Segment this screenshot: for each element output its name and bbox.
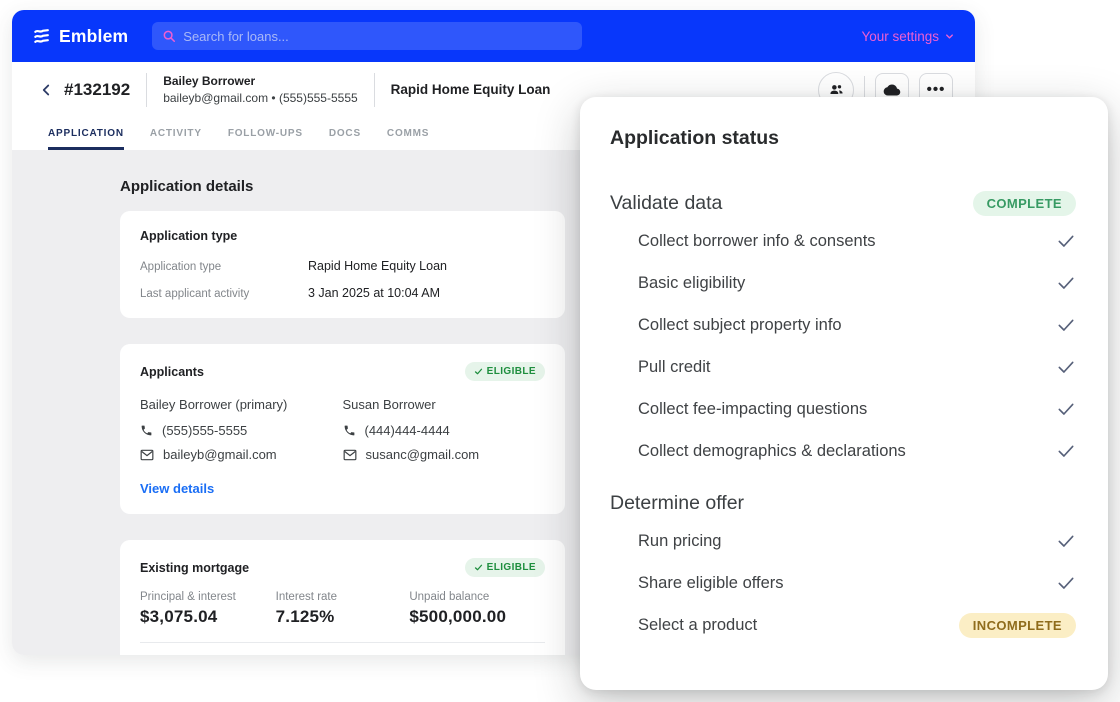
- detail-label: Last applicant activity: [140, 288, 250, 300]
- detail-value: Rapid Home Equity Loan: [308, 259, 447, 273]
- check-icon: [474, 368, 482, 375]
- card-title: Applicants: [140, 364, 204, 379]
- applicant-primary: Bailey Borrower (primary) (555)555-5555 …: [140, 397, 343, 471]
- checklist-item[interactable]: Collect fee-impacting questions: [610, 388, 1076, 430]
- checklist-item[interactable]: Share eligible offers: [610, 562, 1076, 604]
- checklist-item[interactable]: Collect borrower info & consents: [610, 220, 1076, 262]
- brand-logo[interactable]: Emblem: [32, 26, 128, 47]
- check-icon: [1058, 445, 1074, 457]
- card-title: Application type: [140, 229, 238, 243]
- detail-row: Application type Rapid Home Equity Loan: [140, 259, 545, 273]
- validate-data-section-header: Validate data COMPLETE: [610, 186, 1076, 220]
- chevron-down-icon: [944, 31, 955, 42]
- detail-row: Last applicant activity 3 Jan 2025 at 10…: [140, 286, 545, 300]
- detail-label: Application type: [140, 261, 222, 273]
- check-icon: [474, 564, 482, 571]
- applicant-name: Susan Borrower: [342, 397, 436, 412]
- stat-label: Principal & interest: [140, 591, 236, 603]
- checklist-item[interactable]: Pull credit: [610, 346, 1076, 388]
- checklist-item[interactable]: Select a product INCOMPLETE: [610, 604, 1076, 646]
- stat: Interest rate 7.125%: [276, 591, 410, 627]
- stat-value: 7.125%: [275, 607, 335, 626]
- applicant-name: Bailey Borrower (primary): [140, 397, 288, 412]
- applicant-secondary: Susan Borrower (444)444-4444 susanc@gmai…: [343, 397, 546, 471]
- your-settings-menu[interactable]: Your settings: [861, 29, 955, 44]
- stat-value: $500,000.00: [409, 607, 507, 626]
- check-icon: [1058, 361, 1074, 373]
- checklist-item[interactable]: Collect demographics & declarations: [610, 430, 1076, 472]
- check-icon: [1058, 403, 1074, 415]
- detail-value: 3 Jan 2025 at 10:04 AM: [308, 286, 441, 300]
- dialog-title: Application status: [610, 127, 780, 149]
- check-icon: [1058, 277, 1074, 289]
- envelope-icon: [140, 449, 154, 460]
- eligible-badge: ELIGIBLE: [464, 558, 545, 577]
- back-button[interactable]: [34, 78, 58, 102]
- card-title: Existing mortgage: [140, 560, 250, 575]
- applicant-email: susanc@gmail.com: [343, 447, 546, 462]
- applicants-columns: Bailey Borrower (primary) (555)555-5555 …: [140, 397, 545, 471]
- applicant-phone: (555)555-5555: [140, 423, 343, 438]
- complete-badge: COMPLETE: [972, 190, 1076, 216]
- tab-follow-ups[interactable]: FOLLOW-UPS: [228, 117, 303, 150]
- card-header: Existing mortgage ELIGIBLE: [140, 558, 545, 577]
- check-icon: [1058, 235, 1074, 247]
- tab-application[interactable]: APPLICATION: [48, 117, 124, 150]
- search-icon: [162, 29, 176, 43]
- settings-label: Your settings: [861, 28, 939, 44]
- check-icon: [1058, 319, 1074, 331]
- header-divider: [146, 72, 148, 107]
- borrower-summary: Bailey Borrower baileyb@gmail.com • (555…: [163, 74, 357, 105]
- stat: Principal & interest $3,075.04: [140, 591, 276, 627]
- checklist-item[interactable]: Basic eligibility: [610, 262, 1076, 304]
- loan-product-name: Rapid Home Equity Loan: [390, 82, 551, 97]
- applicants-card: Applicants ELIGIBLE Bailey Borrower (pri…: [120, 344, 565, 514]
- tab-comms[interactable]: COMMS: [387, 117, 429, 150]
- applicant-email: baileyb@gmail.com: [140, 447, 343, 462]
- card-header: Applicants ELIGIBLE: [140, 362, 545, 381]
- search-input[interactable]: [183, 28, 573, 44]
- check-icon: [1058, 535, 1074, 547]
- checklist-item[interactable]: Run pricing: [610, 520, 1076, 562]
- checklist-item[interactable]: Collect subject property info: [610, 304, 1076, 346]
- top-navigation-bar: Emblem Your settings: [12, 10, 975, 62]
- header-divider: [373, 72, 375, 107]
- brand-name: Emblem: [59, 25, 129, 46]
- view-details-link[interactable]: View details: [140, 481, 545, 496]
- stat-value: $3,075.04: [140, 607, 218, 626]
- section-title: Validate data: [610, 191, 723, 214]
- section-title: Determine offer: [610, 491, 745, 514]
- applicant-phone: (444)444-4444: [343, 423, 546, 438]
- stat-label: Interest rate: [275, 591, 338, 603]
- cloud-icon: [883, 81, 901, 99]
- eligible-badge: ELIGIBLE: [464, 362, 545, 381]
- mortgage-stats: Principal & interest $3,075.04 Interest …: [140, 591, 545, 627]
- existing-mortgage-card: Existing mortgage ELIGIBLE Principal & i…: [120, 540, 565, 655]
- phone-icon: [344, 425, 354, 436]
- ellipsis-icon: •••: [926, 80, 946, 98]
- tab-activity[interactable]: ACTIVITY: [150, 117, 202, 150]
- stat-label: Unpaid balance: [409, 591, 490, 603]
- envelope-icon: [343, 449, 356, 460]
- application-status-dialog: Application status Validate data COMPLET…: [580, 97, 1108, 690]
- emblem-wave-icon: [32, 26, 52, 46]
- card-divider: [140, 642, 545, 643]
- borrower-name: Bailey Borrower: [163, 74, 256, 88]
- stat: Unpaid balance $500,000.00: [409, 591, 545, 627]
- loan-search-box[interactable]: [152, 22, 583, 50]
- application-type-card: Application type Application type Rapid …: [120, 211, 565, 318]
- determine-offer-section-header: Determine offer: [610, 486, 1076, 520]
- people-icon: [828, 81, 845, 98]
- loan-id: #132192: [64, 79, 131, 99]
- check-icon: [1058, 577, 1074, 589]
- tab-docs[interactable]: DOCS: [329, 117, 361, 150]
- borrower-contact: baileyb@gmail.com • (555)555-5555: [163, 91, 358, 105]
- phone-icon: [141, 425, 152, 436]
- incomplete-badge: INCOMPLETE: [958, 612, 1076, 638]
